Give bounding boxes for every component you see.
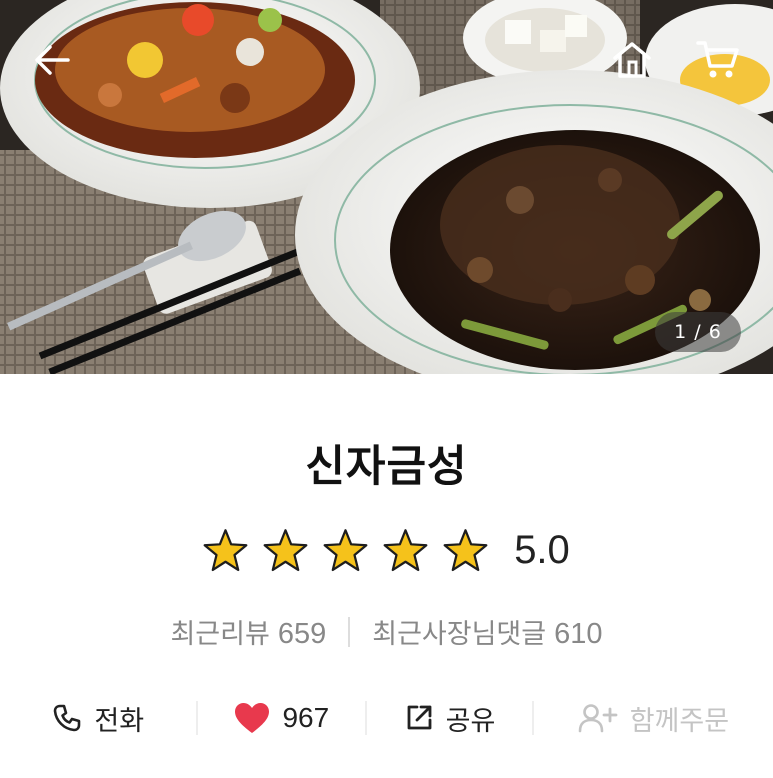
like-button[interactable]: 967: [198, 694, 365, 742]
star-icon: [263, 529, 308, 572]
group-order-button[interactable]: 함께주문: [534, 694, 773, 742]
rating-row: 5.0: [0, 528, 773, 573]
back-button[interactable]: [22, 30, 82, 90]
action-bar: 전화 967 공유 함께주문: [0, 694, 773, 742]
photo-counter: 1 / 6: [655, 312, 741, 352]
owner-replies-link[interactable]: 최근사장님댓글 610: [372, 612, 602, 651]
share-button[interactable]: 공유: [367, 694, 532, 742]
recent-reviews-label: 최근리뷰: [170, 619, 270, 650]
rating-stars: [203, 528, 488, 573]
store-detail-page: 1 / 6 신자금성 5.0 최근리뷰 659 최근사장님댓글 610 전화 9…: [0, 0, 773, 778]
home-button[interactable]: [602, 30, 662, 90]
call-button[interactable]: 전화: [0, 694, 196, 742]
cart-button[interactable]: [688, 30, 748, 90]
review-stats: 최근리뷰 659 최근사장님댓글 610: [0, 612, 773, 651]
arrow-left-icon: [35, 45, 70, 75]
star-icon: [383, 529, 428, 572]
like-count: 967: [282, 702, 330, 733]
heart-icon: [234, 702, 270, 734]
star-icon: [443, 529, 488, 572]
divider: [348, 616, 351, 647]
star-icon: [203, 529, 248, 572]
recent-reviews-count: 659: [277, 618, 327, 650]
star-icon: [323, 529, 368, 572]
group-order-label: 함께주문: [629, 705, 730, 737]
store-name: 신자금성: [305, 442, 468, 492]
cart-icon: [696, 41, 739, 78]
share-icon: [404, 703, 434, 733]
rating-value: 5.0: [514, 528, 570, 572]
call-label: 전화: [94, 705, 145, 737]
recent-reviews-link[interactable]: 최근리뷰 659: [170, 612, 326, 651]
owner-replies-label: 최근사장님댓글: [372, 619, 547, 650]
owner-replies-count: 610: [554, 618, 603, 650]
home-icon: [613, 42, 651, 78]
share-label: 공유: [445, 705, 496, 737]
phone-icon: [52, 703, 82, 733]
add-person-icon: [578, 703, 618, 733]
store-photo-carousel[interactable]: 1 / 6: [0, 0, 773, 374]
